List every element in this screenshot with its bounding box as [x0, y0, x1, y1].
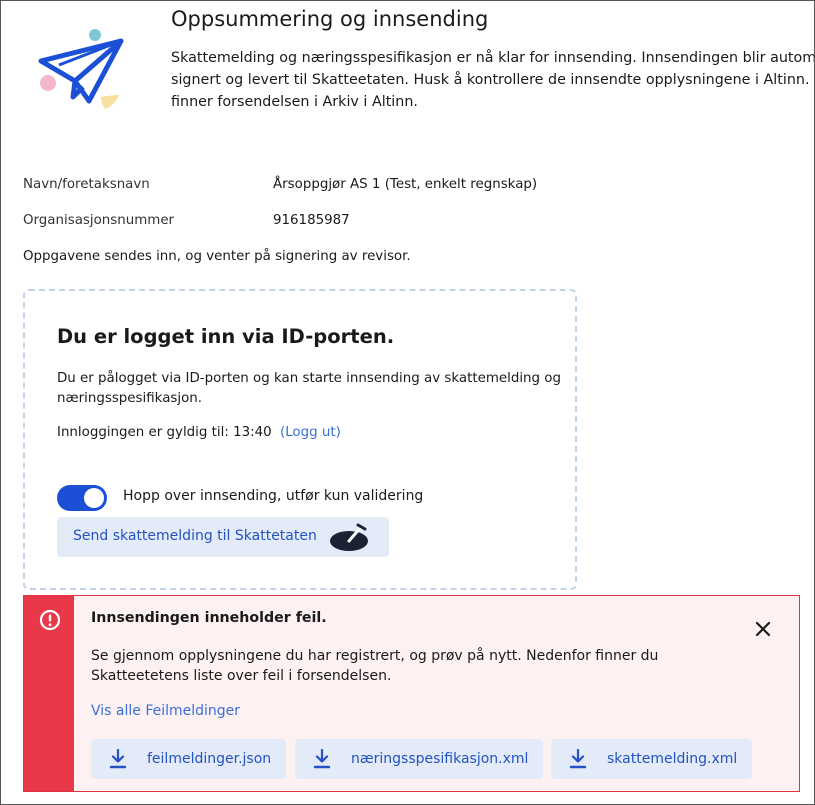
- intro-line: signert og levert til Skatteetaten. Husk…: [171, 72, 815, 88]
- download-icon: [109, 749, 127, 769]
- submission-note: Oppgavene sendes inn, og venter på signe…: [23, 249, 411, 264]
- page-title: Oppsummering og innsending: [171, 7, 489, 31]
- paper-plane-icon: [38, 29, 124, 109]
- login-description: Du er pålogget via ID-porten og kan star…: [57, 369, 561, 409]
- company-name-label: Navn/foretaksnavn: [23, 177, 150, 192]
- download-label: næringsspesifikasjon.xml: [351, 751, 529, 767]
- download-label: feilmeldinger.json: [147, 751, 272, 767]
- download-feilmeldinger-button[interactable]: feilmeldinger.json: [91, 739, 286, 779]
- send-tax-return-button[interactable]: Send skattemelding til Skattetaten: [57, 517, 389, 557]
- error-title: Innsendingen inneholder feil.: [91, 610, 327, 626]
- send-button-label: Send skattemelding til Skattetaten: [73, 528, 317, 544]
- login-description-line: Du er pålogget via ID-porten og kan star…: [57, 371, 561, 386]
- download-label: skattemelding.xml: [607, 751, 738, 767]
- download-skattemelding-button[interactable]: skattemelding.xml: [551, 739, 752, 779]
- intro-line: finner forsendelsen i Arkiv i Altinn.: [171, 94, 418, 110]
- skip-submission-label: Hopp over innsending, utfør kun valideri…: [123, 488, 424, 504]
- error-stripe: [24, 596, 74, 791]
- skip-submission-toggle[interactable]: [57, 485, 107, 511]
- toggle-knob: [84, 488, 104, 508]
- download-naeringsspesifikasjon-button[interactable]: næringsspesifikasjon.xml: [295, 739, 543, 779]
- intro-line: Skattemelding og næringsspesifikasjon er…: [171, 50, 815, 66]
- download-icon: [313, 749, 331, 769]
- error-description: Se gjennom opplysningene du har registre…: [91, 646, 658, 686]
- loading-spinner-icon: [330, 523, 368, 551]
- page: Oppsummering og innsending Skattemelding…: [0, 0, 815, 805]
- login-title: Du er logget inn via ID-porten.: [57, 325, 395, 348]
- login-valid-row: Innloggingen er gyldig til: 13:40 (Logg …: [57, 425, 341, 440]
- logout-link[interactable]: (Logg ut): [280, 425, 341, 440]
- login-description-line: næringsspesifikasjon.: [57, 391, 203, 406]
- org-number-value: 916185987: [273, 213, 350, 228]
- error-alert: Innsendingen inneholder feil. Se gjennom…: [23, 595, 800, 792]
- show-all-errors-link[interactable]: Vis alle Feilmeldinger: [91, 703, 240, 719]
- login-valid-label: Innloggingen er gyldig til: 13:40: [57, 425, 272, 440]
- error-icon: [39, 609, 61, 631]
- close-icon[interactable]: [752, 618, 774, 640]
- intro-text: Skattemelding og næringsspesifikasjon er…: [171, 47, 815, 113]
- error-description-line: Skatteetetens liste over feil i forsende…: [91, 668, 392, 684]
- org-number-label: Organisasjonsnummer: [23, 213, 175, 228]
- company-name-value: Årsoppgjør AS 1 (Test, enkelt regnskap): [273, 177, 538, 192]
- login-panel: Du er logget inn via ID-porten. Du er på…: [23, 289, 577, 590]
- error-description-line: Se gjennom opplysningene du har registre…: [91, 648, 659, 664]
- download-icon: [569, 749, 587, 769]
